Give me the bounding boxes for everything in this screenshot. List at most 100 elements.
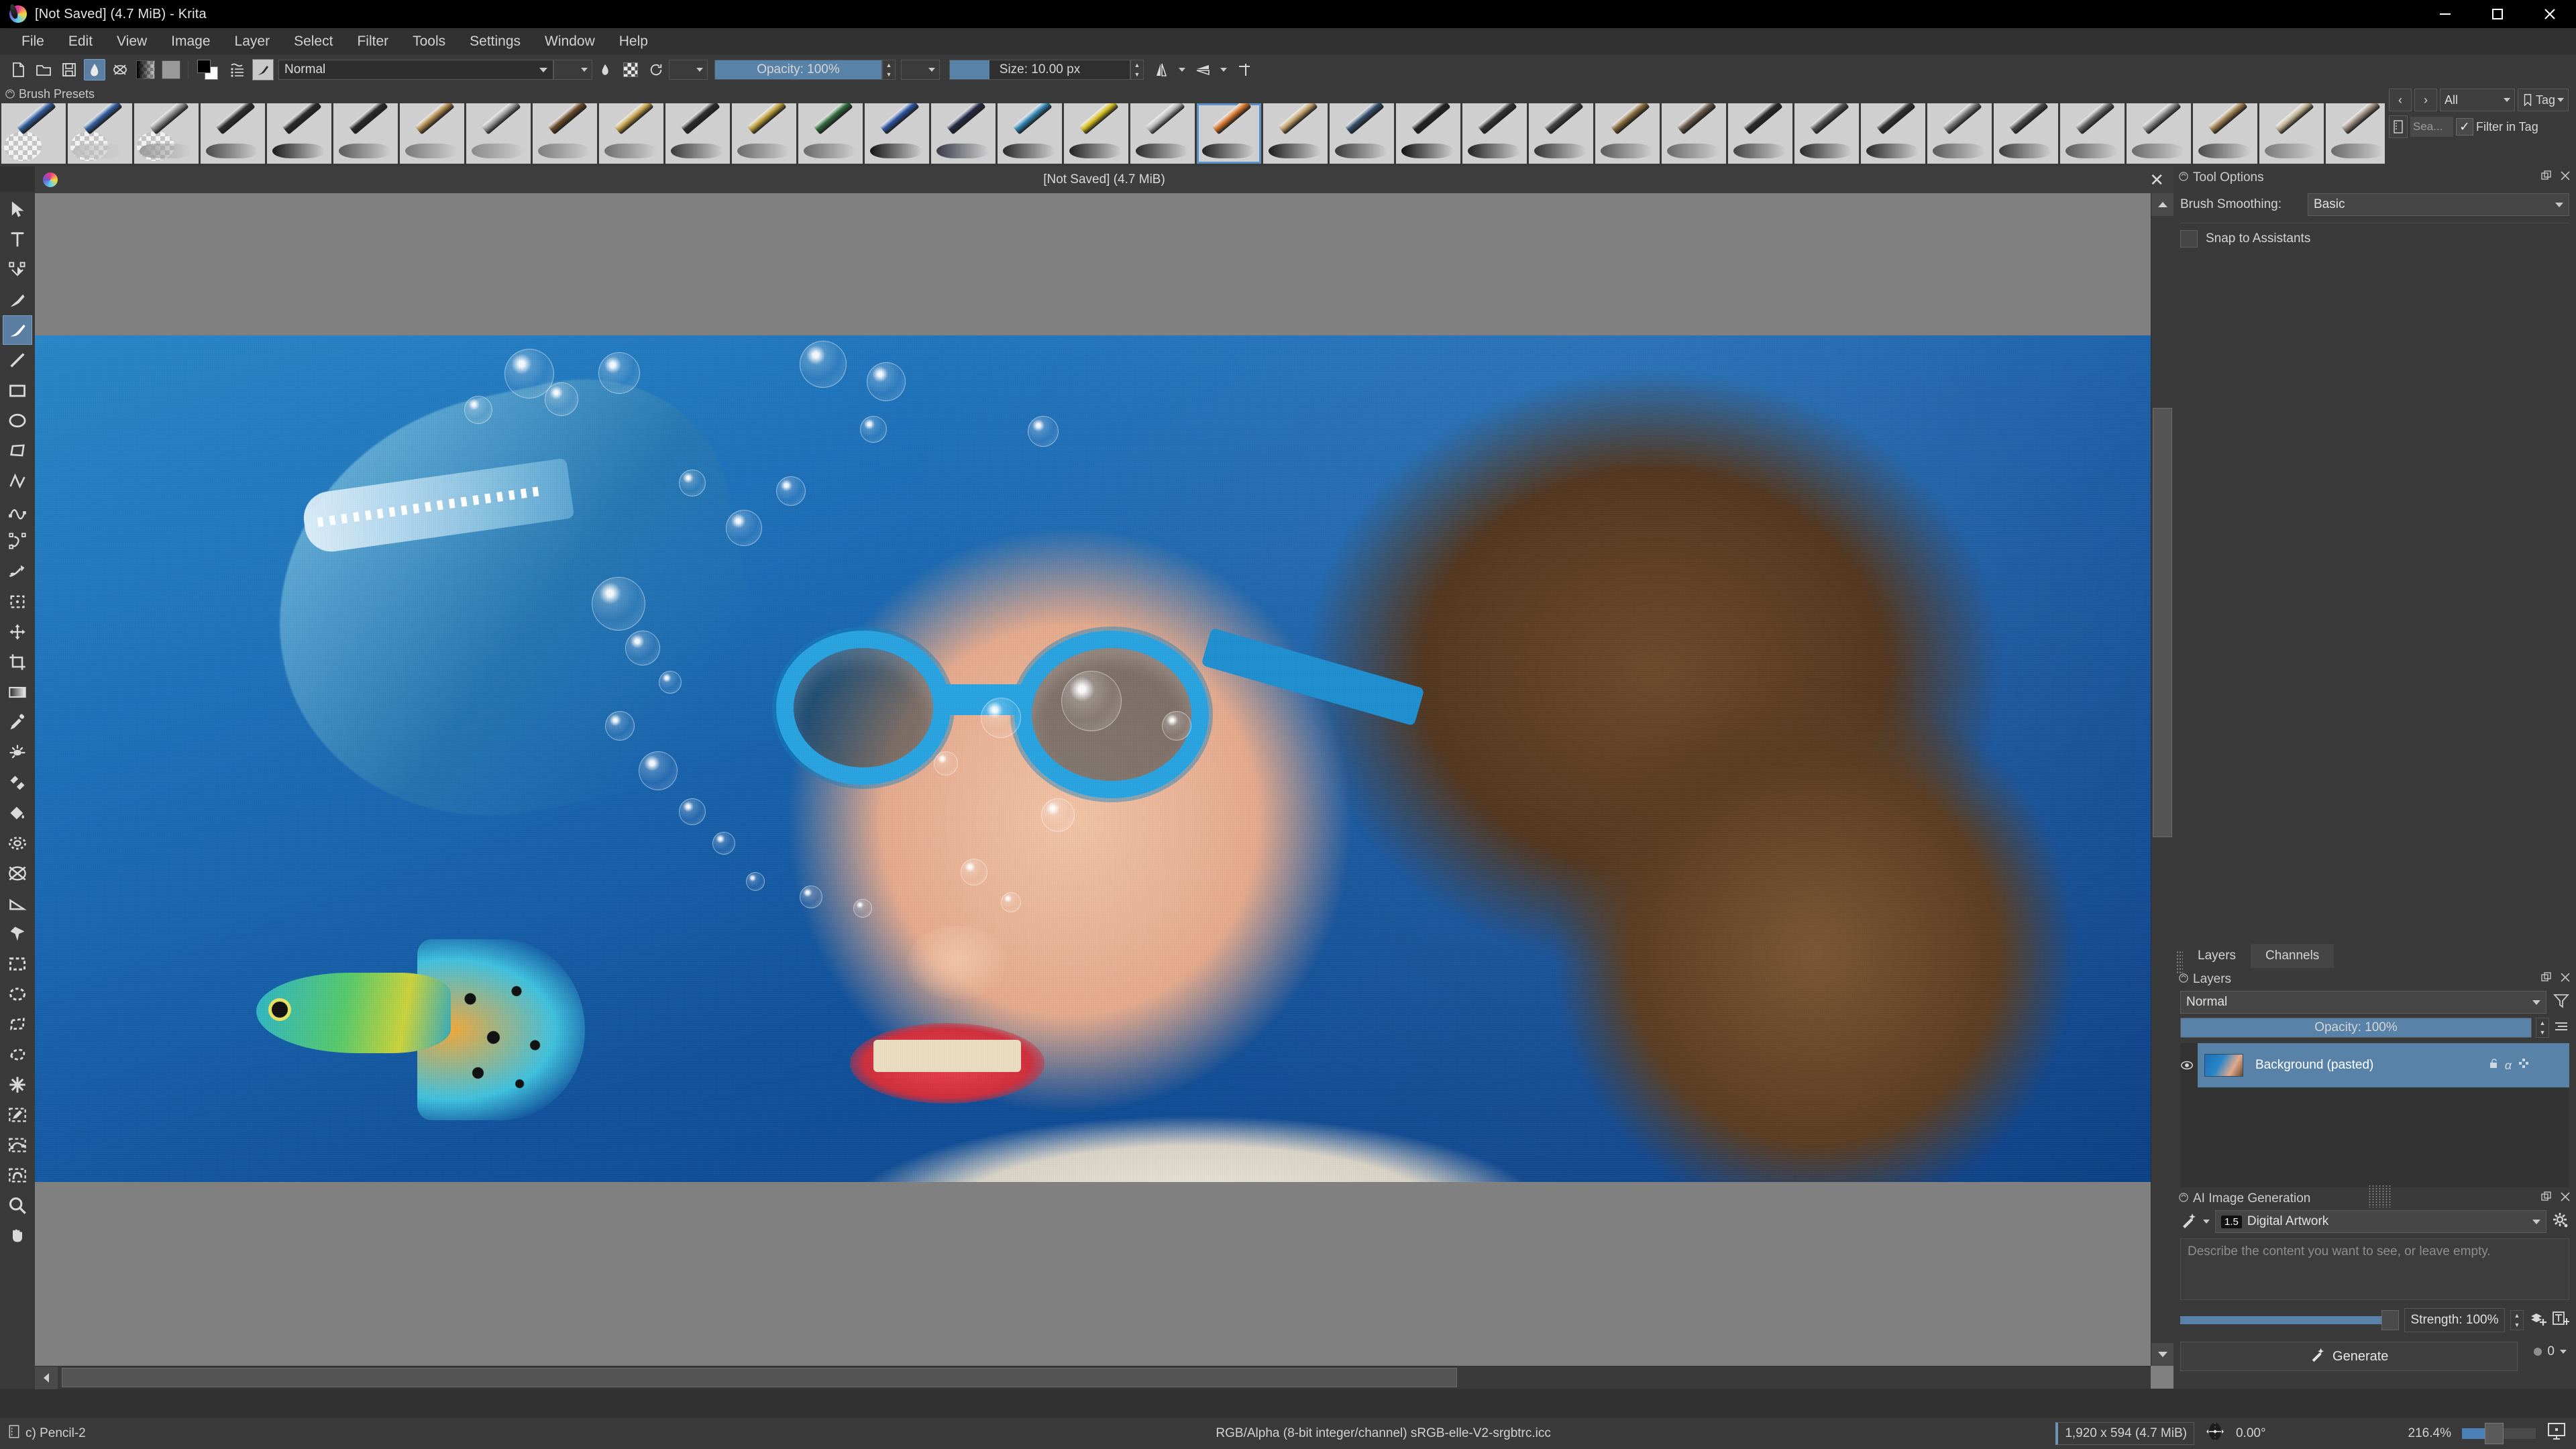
menu-tools[interactable]: Tools — [400, 32, 458, 51]
mirror-horizontal-menu-icon[interactable] — [1176, 59, 1188, 80]
document-dimensions[interactable]: 1,920 x 594 (4.7 MiB) — [2055, 1422, 2194, 1445]
menu-edit[interactable]: Edit — [56, 32, 105, 51]
blending-mode-menu-button[interactable] — [553, 60, 592, 80]
gear-icon[interactable] — [2552, 1212, 2569, 1232]
reload-preset-icon[interactable] — [645, 59, 667, 80]
brush-preset-pencil-soft[interactable] — [599, 103, 663, 164]
brush-preset-ink-pen-b[interactable] — [333, 103, 398, 164]
snap-to-assistants-checkbox[interactable] — [2180, 230, 2198, 248]
edit-shapes-tool[interactable] — [3, 255, 32, 284]
brush-preset-yellow-pen[interactable] — [1064, 103, 1128, 164]
brush-preset-sketch-brush[interactable] — [1197, 103, 1261, 164]
gradient-edit-tool[interactable] — [3, 859, 32, 888]
crop-tool[interactable] — [3, 647, 32, 677]
polygonal-selection-tool[interactable] — [3, 1010, 32, 1039]
maximize-button[interactable] — [2471, 0, 2524, 28]
brush-preset-ink-brush-1[interactable] — [1396, 103, 1460, 164]
brush-preset-marker-brush[interactable] — [2193, 103, 2257, 164]
brush-preset-ink-pen-c[interactable] — [400, 103, 464, 164]
patterns-icon[interactable] — [109, 59, 131, 80]
search-input[interactable]: Sea... — [2410, 117, 2453, 137]
generate-button[interactable]: Generate — [2180, 1342, 2518, 1371]
brush-preset-chalk-brush[interactable] — [1927, 103, 1992, 164]
layer-opacity-slider[interactable]: Opacity: 100% — [2180, 1018, 2532, 1038]
similar-color-selection-tool[interactable] — [3, 1100, 32, 1130]
menu-settings[interactable]: Settings — [458, 32, 533, 51]
foreground-background-color-icon[interactable] — [195, 59, 223, 80]
brush-preset-charcoal[interactable] — [665, 103, 730, 164]
fill-tool[interactable] — [3, 798, 32, 828]
select-shapes-tool[interactable] — [3, 195, 32, 224]
brush-preset-mechanical-pencil[interactable] — [998, 103, 1062, 164]
canvas-area[interactable] — [35, 193, 2174, 1389]
new-document-icon[interactable] — [7, 59, 29, 80]
dynamic-brush-tool[interactable] — [3, 557, 32, 586]
docker-splitter[interactable] — [2368, 1185, 2391, 1208]
strength-slider[interactable] — [2180, 1310, 2399, 1330]
ai-style-combo[interactable]: 1.5 Digital Artwork — [2215, 1210, 2546, 1233]
undock-icon[interactable] — [2541, 972, 2552, 987]
tag-filter-combo[interactable]: All — [2440, 89, 2515, 111]
brush-preset-ink-brush-3[interactable] — [1529, 103, 1593, 164]
brush-preset-bristle-brush[interactable] — [1263, 103, 1328, 164]
vertical-scroll-thumb[interactable] — [2153, 408, 2172, 837]
brush-preset-rotate-brush[interactable] — [1330, 103, 1394, 164]
colorize-mask-tool[interactable] — [3, 738, 32, 767]
smart-patch-tool[interactable] — [3, 768, 32, 798]
tool-column[interactable] — [0, 192, 35, 1389]
opacity-menu-button[interactable] — [669, 60, 708, 80]
gradient-tool-icon[interactable] — [84, 59, 105, 80]
assistant-tool[interactable] — [3, 919, 32, 949]
move-tool[interactable] — [3, 617, 32, 647]
zoom-slider[interactable] — [2462, 1423, 2536, 1444]
menu-select[interactable]: Select — [282, 32, 345, 51]
magnetic-selection-tool[interactable] — [3, 1161, 32, 1190]
brush-preset-ink-pen-a[interactable] — [267, 103, 331, 164]
layer-visibility-icon[interactable] — [2180, 1058, 2195, 1073]
horizontal-scroll-thumb[interactable] — [62, 1368, 1457, 1387]
polyline-tool[interactable] — [3, 466, 32, 496]
brush-preset-watercolor-1[interactable] — [1595, 103, 1660, 164]
bezier-selection-tool[interactable] — [3, 1130, 32, 1160]
close-icon[interactable] — [2560, 170, 2571, 185]
brush-preset-eraser-soft[interactable] — [1, 103, 66, 164]
zoom-level-label[interactable]: 216.4% — [2408, 1426, 2451, 1441]
size-spinner[interactable]: ▲ ▼ — [1130, 60, 1144, 80]
scroll-left-button[interactable] — [35, 1366, 58, 1389]
brush-preset-icon[interactable] — [8, 1425, 20, 1442]
pan-tool[interactable] — [3, 1221, 32, 1250]
brush-preset-fountain-pen-blue[interactable] — [865, 103, 929, 164]
brush-preset-pencil-green[interactable] — [798, 103, 863, 164]
freehand-path-tool[interactable] — [3, 527, 32, 556]
tab-channels[interactable]: Channels — [2251, 944, 2334, 968]
menu-image[interactable]: Image — [159, 32, 222, 51]
opacity-presets-button[interactable] — [901, 60, 940, 80]
brush-preset-splatter-brush[interactable] — [1861, 103, 1925, 164]
color-picker-tool[interactable] — [3, 708, 32, 737]
mirror-vertical-icon[interactable] — [1192, 59, 1214, 80]
layer-properties-icon[interactable] — [2553, 1018, 2569, 1038]
elliptical-selection-tool[interactable] — [3, 979, 32, 1009]
brush-preset-ink-pen-d[interactable] — [466, 103, 531, 164]
menu-help[interactable]: Help — [607, 32, 660, 51]
canvas-rotation-icon[interactable] — [2205, 1421, 2225, 1446]
move-layer-icon[interactable] — [2518, 1058, 2529, 1073]
table-row[interactable]: Background (pasted) α — [2181, 1043, 2569, 1087]
tag-button[interactable]: Tag — [2518, 89, 2569, 111]
eraser-mode-icon[interactable] — [620, 59, 641, 80]
blending-mode-combo[interactable]: Normal — [278, 60, 553, 80]
docker-grip[interactable] — [2176, 951, 2183, 973]
layer-blending-combo[interactable]: Normal — [2180, 991, 2546, 1014]
magic-wand-sparkle-icon[interactable] — [2180, 1212, 2198, 1232]
brush-preset-watercolor-2[interactable] — [1662, 103, 1726, 164]
brush-preset-ink-brush-2[interactable] — [1462, 103, 1527, 164]
queue-status[interactable]: 0 — [2534, 1344, 2576, 1359]
fit-to-screen-icon[interactable] — [2546, 1422, 2567, 1445]
size-slider[interactable]: Size: 10.00 px — [949, 60, 1130, 80]
preset-list-view-icon[interactable] — [2389, 115, 2408, 138]
add-text-icon[interactable] — [2552, 1310, 2569, 1331]
rectangle-tool[interactable] — [3, 376, 32, 405]
minimize-button[interactable] — [2419, 0, 2471, 28]
menu-filter[interactable]: Filter — [345, 32, 400, 51]
brush-preset-texture-brush[interactable] — [1994, 103, 2058, 164]
